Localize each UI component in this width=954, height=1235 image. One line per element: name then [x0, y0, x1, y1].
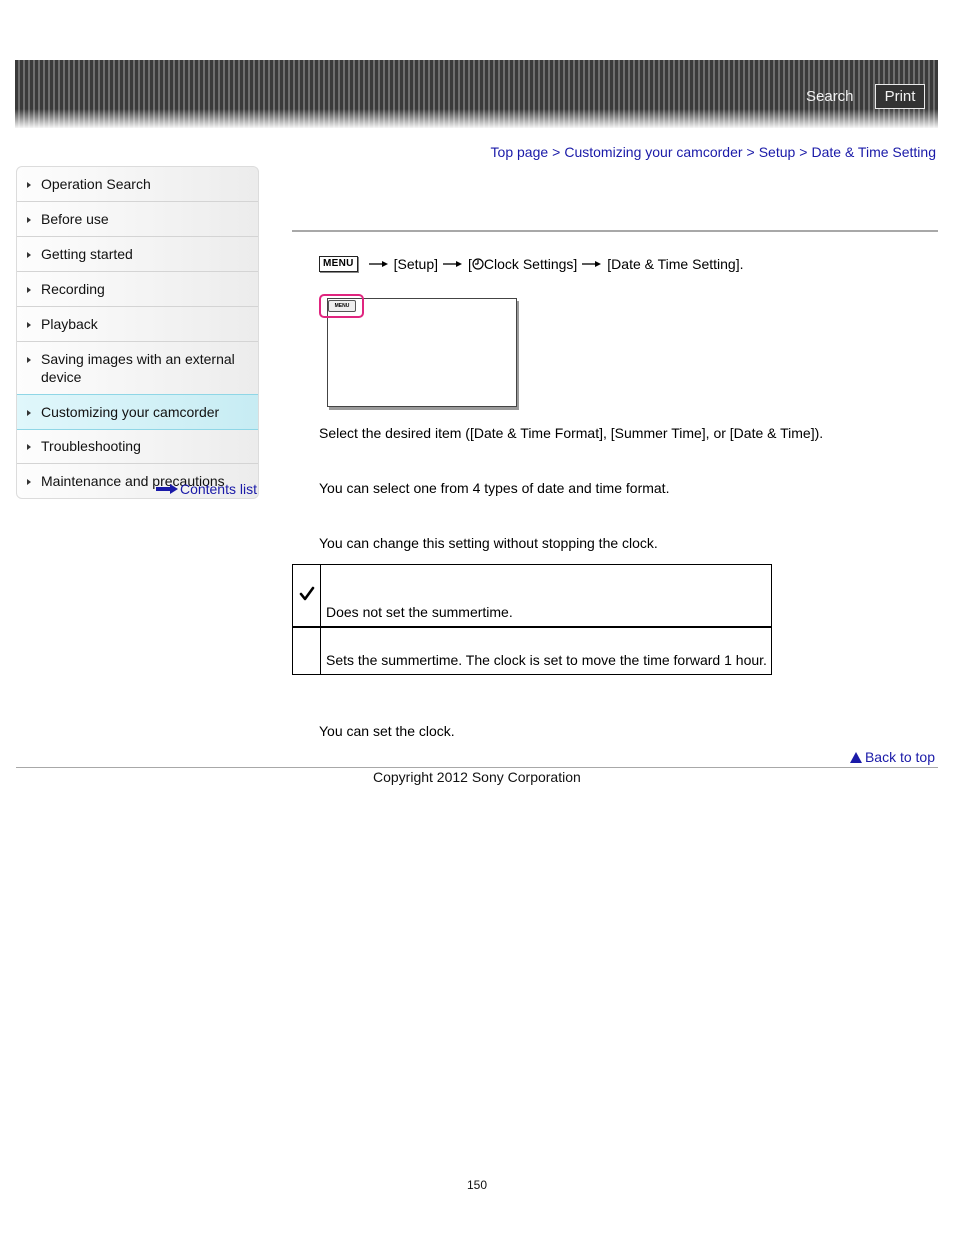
sidebar-item-label: Getting started	[41, 246, 133, 262]
sidebar-item-playback[interactable]: Playback	[17, 307, 258, 342]
breadcrumb: Top page > Customizing your camcorder > Setu…	[491, 144, 936, 160]
back-to-top-link[interactable]: Back to top	[849, 749, 935, 765]
caret-right-icon	[27, 322, 31, 328]
caret-right-icon	[27, 217, 31, 223]
table-row: Does not set the summertime.	[292, 564, 772, 628]
sidebar-item-label: Customizing your camcorder	[41, 404, 220, 420]
step-clock-settings: Clock Settings]	[483, 256, 578, 272]
caret-right-icon	[27, 410, 31, 416]
caret-right-icon	[27, 182, 31, 188]
breadcrumb-current[interactable]: Date & Time Setting	[811, 144, 936, 160]
breadcrumb-setup[interactable]: Setup	[759, 144, 796, 160]
sidebar-item-troubleshooting[interactable]: Troubleshooting	[17, 429, 258, 464]
sidebar-item-label: Before use	[41, 211, 109, 227]
breadcrumb-separator: >	[799, 144, 808, 160]
sidebar-item-label: Recording	[41, 281, 105, 297]
breadcrumb-top-page[interactable]: Top page	[491, 144, 549, 160]
sidebar-item-before-use[interactable]: Before use	[17, 202, 258, 237]
breadcrumb-separator: >	[552, 144, 561, 160]
select-instruction: Select the desired item ([Date & Time Fo…	[319, 425, 824, 441]
caret-right-icon	[27, 357, 31, 363]
footer-divider	[16, 767, 938, 768]
print-button[interactable]: Print	[875, 84, 925, 109]
header-bar: Search Print	[15, 60, 938, 128]
title-divider	[292, 230, 938, 232]
option-description: Does not set the summertime.	[320, 564, 772, 628]
arrow-right-icon	[582, 261, 602, 267]
menu-key-icon: MENU	[319, 256, 358, 272]
clock-description: You can set the clock.	[319, 723, 455, 739]
breadcrumb-customizing[interactable]: Customizing your camcorder	[564, 144, 742, 160]
search-link[interactable]: Search	[806, 88, 854, 105]
sidebar-item-label: Playback	[41, 316, 98, 332]
step-setup: [Setup]	[393, 256, 439, 272]
contents-list-label: Contents list	[179, 481, 257, 497]
sidebar-item-recording[interactable]: Recording	[17, 272, 258, 307]
sidebar-item-customizing[interactable]: Customizing your camcorder	[17, 394, 258, 430]
selected-indicator-cell	[292, 626, 321, 675]
clock-icon	[472, 258, 484, 270]
sidebar-item-label: Operation Search	[41, 176, 151, 192]
menu-path-step: MENU [Setup] [ Clock Settings] [Date & T…	[319, 256, 743, 272]
caret-right-icon	[27, 252, 31, 258]
sidebar-item-getting-started[interactable]: Getting started	[17, 237, 258, 272]
sidebar-item-saving-images[interactable]: Saving images with an external device	[17, 342, 258, 395]
contents-list-link[interactable]: Contents list	[155, 481, 257, 497]
caret-right-icon	[27, 287, 31, 293]
sidebar-item-label: Saving images with an external device	[41, 351, 235, 385]
sidebar-nav: Operation Search Before use Getting star…	[16, 166, 259, 499]
checkmark-icon	[299, 586, 314, 601]
back-to-top-label: Back to top	[864, 749, 935, 765]
step-date-time-setting: [Date & Time Setting].	[607, 256, 744, 272]
caret-right-icon	[27, 444, 31, 450]
arrow-right-icon	[155, 484, 178, 494]
option-description: Sets the summertime. The clock is set to…	[320, 626, 772, 675]
summer-time-description: You can change this setting without stop…	[319, 535, 658, 551]
sidebar-item-label: Troubleshooting	[41, 438, 141, 454]
page-number: 150	[466, 1178, 488, 1192]
arrow-right-icon	[443, 261, 463, 267]
caret-right-icon	[27, 479, 31, 485]
summer-time-options-table: Does not set the summertime. Sets the su…	[292, 564, 772, 675]
triangle-up-icon	[849, 751, 862, 763]
breadcrumb-separator: >	[746, 144, 755, 160]
arrow-right-icon	[368, 261, 388, 267]
date-format-description: You can select one from 4 types of date …	[319, 480, 670, 496]
selected-indicator-cell	[292, 564, 321, 628]
menu-highlight-frame	[319, 294, 364, 318]
sidebar-item-operation-search[interactable]: Operation Search	[17, 167, 258, 202]
table-row: Sets the summertime. The clock is set to…	[292, 626, 772, 675]
copyright-text: Copyright 2012 Sony Corporation	[373, 769, 581, 785]
